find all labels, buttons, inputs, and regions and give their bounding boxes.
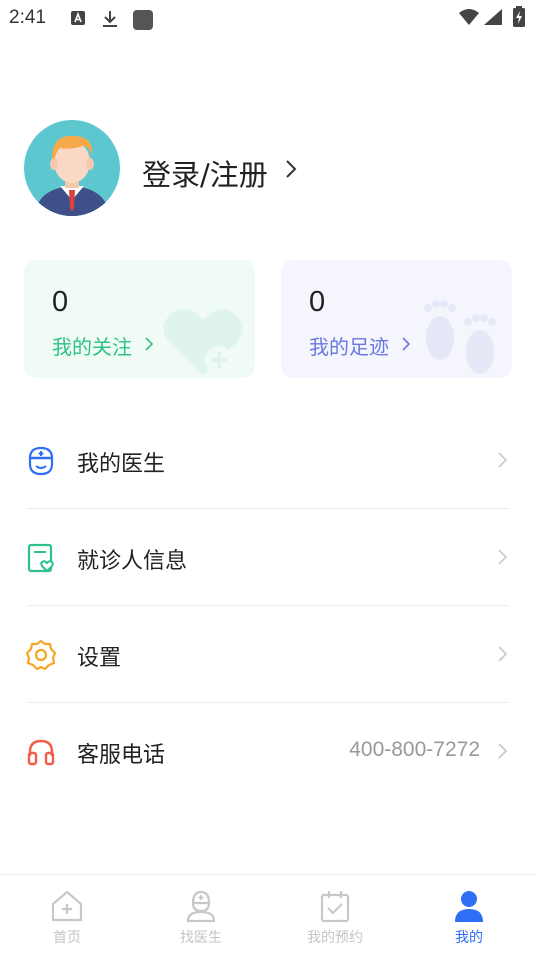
download-icon — [101, 9, 119, 33]
following-count: 0 — [52, 286, 69, 318]
tab-find-doctor[interactable]: 找医生 — [134, 875, 268, 955]
following-card[interactable]: 0 我的关注 — [24, 260, 255, 378]
tab-home[interactable]: 首页 — [0, 875, 134, 955]
menu-item-customer-service[interactable]: 客服电话 400-800-7272 — [0, 703, 536, 800]
keyboard-notification-icon — [70, 9, 86, 31]
profile-header[interactable]: 登录/注册 — [24, 120, 504, 218]
menu-item-settings[interactable]: 设置 — [0, 606, 536, 703]
menu-item-patient-info[interactable]: 就诊人信息 — [0, 509, 536, 606]
footprints-decoration-icon — [418, 294, 504, 378]
tab-mine[interactable]: 我的 — [402, 875, 536, 955]
footprint-card[interactable]: 0 我的足迹 — [281, 260, 512, 378]
phone-number[interactable]: 400-800-7272 — [349, 738, 480, 762]
status-time: 2:41 — [9, 7, 46, 28]
chevron-right-icon — [284, 158, 298, 184]
battery-icon — [512, 6, 526, 32]
doctor-icon — [25, 445, 57, 477]
chevron-right-icon — [401, 336, 411, 356]
wifi-icon — [458, 8, 480, 30]
tab-label-mine: 我的 — [455, 930, 483, 946]
login-register-link[interactable]: 登录/注册 — [142, 152, 268, 194]
menu-label-my-doctor: 我的医生 — [77, 452, 166, 477]
app-notification-icon — [132, 9, 154, 35]
tab-label-home: 首页 — [53, 930, 81, 946]
gear-icon — [25, 639, 57, 671]
heart-decoration-icon — [161, 304, 245, 378]
menu-label-patient-info: 就诊人信息 — [77, 549, 188, 574]
footprint-label: 我的足迹 — [309, 335, 389, 359]
chevron-right-icon — [497, 548, 508, 570]
avatar[interactable] — [24, 120, 120, 216]
chevron-right-icon — [497, 451, 508, 473]
chevron-right-icon — [497, 742, 508, 764]
headset-icon — [25, 736, 57, 768]
patient-info-icon — [25, 542, 57, 574]
chevron-right-icon — [497, 645, 508, 667]
menu-list: 我的医生 就诊人信息 设置 客服电话 400-800-7272 — [0, 412, 536, 800]
menu-item-my-doctor[interactable]: 我的医生 — [0, 412, 536, 509]
following-label: 我的关注 — [52, 335, 132, 359]
tab-my-appointments[interactable]: 我的预约 — [268, 875, 402, 955]
menu-label-settings: 设置 — [77, 646, 122, 671]
menu-label-customer-service: 客服电话 — [77, 743, 166, 768]
bottom-tab-bar: 首页 找医生 我的预约 我的 — [0, 874, 536, 955]
status-bar: 2:41 — [0, 0, 536, 38]
tab-label-my-appointments: 我的预约 — [307, 930, 363, 946]
tab-label-find-doctor: 找医生 — [180, 930, 222, 946]
chevron-right-icon — [144, 336, 154, 356]
signal-icon — [483, 8, 503, 30]
footprint-count: 0 — [309, 286, 326, 318]
